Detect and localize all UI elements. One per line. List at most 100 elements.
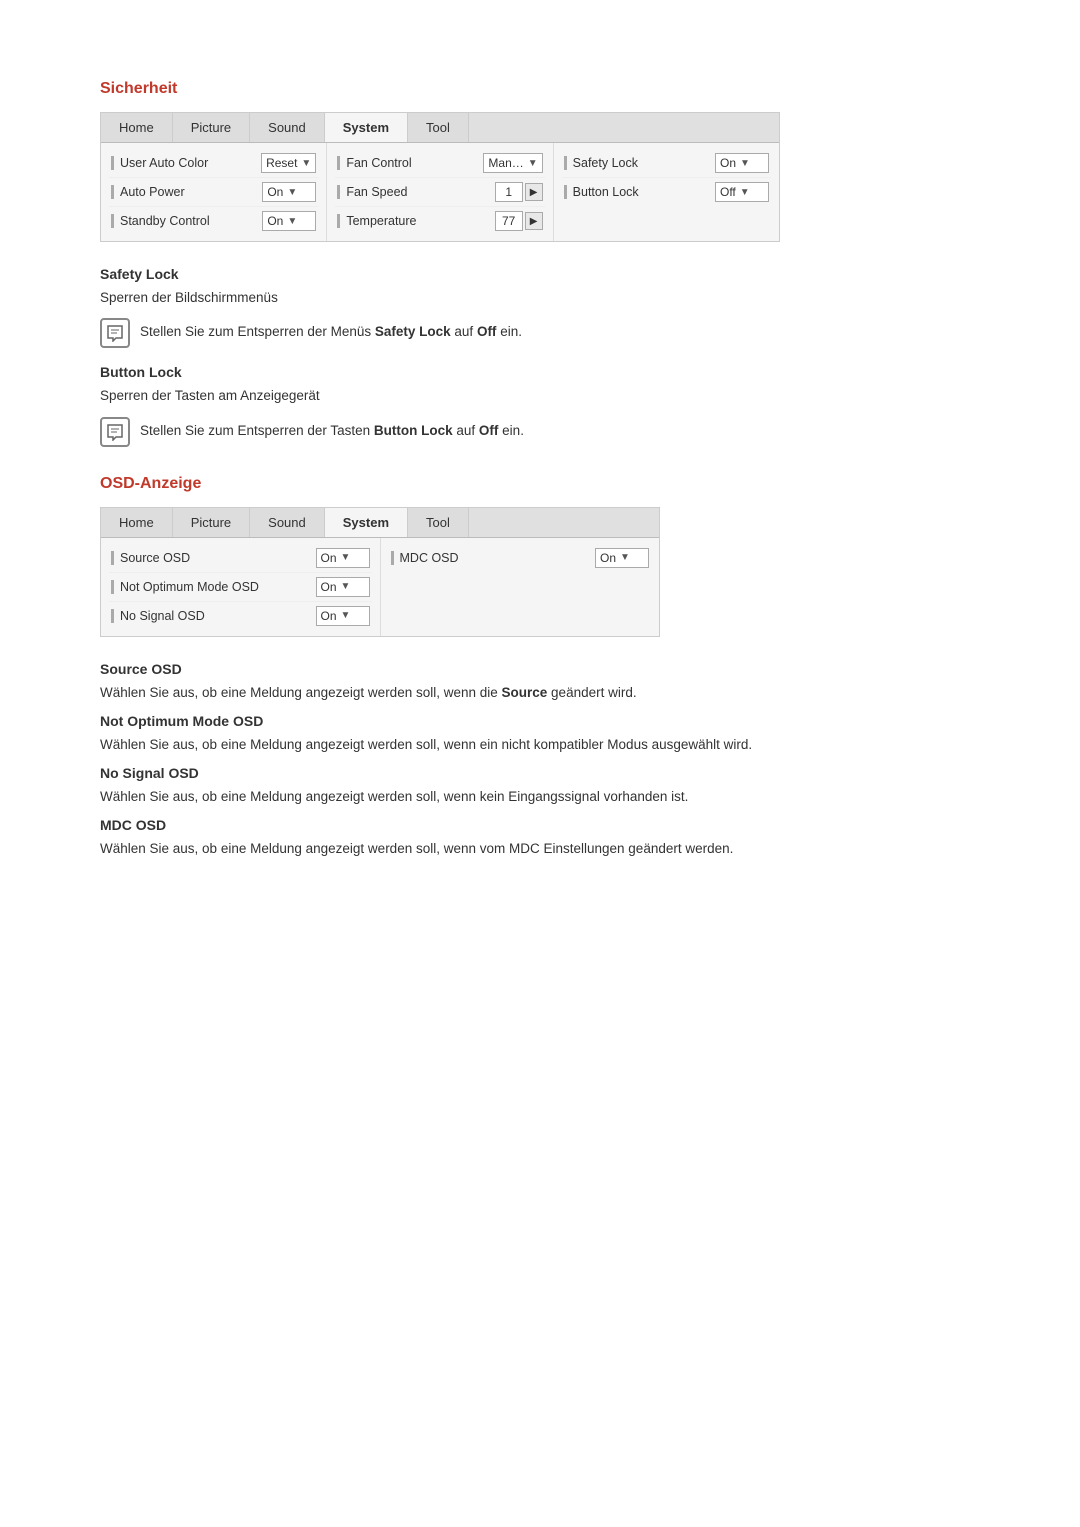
source-osd-control[interactable]: On ▼: [316, 548, 370, 568]
tab-home[interactable]: Home: [101, 113, 173, 142]
temperature-control[interactable]: 77 ▶: [495, 211, 543, 231]
button-lock-value: Off: [720, 185, 736, 199]
osd-anzeige-table: Home Picture Sound System Tool Source OS…: [100, 507, 660, 637]
bar-icon: [111, 214, 114, 228]
tab-system[interactable]: System: [325, 113, 408, 142]
sicherheit-tab-row: Home Picture Sound System Tool: [101, 113, 779, 143]
tab-sound[interactable]: Sound: [250, 113, 325, 142]
not-optimum-label: Not Optimum Mode OSD: [111, 580, 310, 594]
safety-lock-note-text: Stellen Sie zum Entsperren der Menüs Saf…: [140, 318, 522, 342]
bar-icon: [337, 156, 340, 170]
mdc-osd-control[interactable]: On ▼: [595, 548, 649, 568]
bar-icon: [111, 185, 114, 199]
user-auto-color-value: Reset: [266, 156, 297, 170]
chevron-down-icon: ▼: [287, 216, 297, 227]
auto-power-dropdown[interactable]: On ▼: [262, 182, 316, 202]
mdc-osd-value: On: [600, 551, 616, 565]
auto-power-label: Auto Power: [111, 185, 256, 199]
button-lock-dropdown[interactable]: Off ▼: [715, 182, 769, 202]
mdc-osd-label: MDC OSD: [391, 551, 590, 565]
temperature-row: Temperature 77 ▶: [335, 207, 544, 235]
user-auto-color-control[interactable]: Reset ▼: [261, 153, 316, 173]
chevron-down-icon: ▼: [341, 552, 351, 563]
source-osd-dropdown[interactable]: On ▼: [316, 548, 370, 568]
safety-lock-dropdown[interactable]: On ▼: [715, 153, 769, 173]
user-auto-color-dropdown[interactable]: Reset ▼: [261, 153, 316, 173]
fan-speed-row: Fan Speed 1 ▶: [335, 178, 544, 207]
fan-speed-right-arrow[interactable]: ▶: [525, 183, 543, 201]
osd-anzeige-section: OSD-Anzeige Home Picture Sound System To…: [100, 475, 980, 860]
note-icon: [100, 318, 130, 348]
sicherheit-col-1: User Auto Color Reset ▼ Auto Power: [101, 143, 327, 241]
standby-control-control[interactable]: On ▼: [262, 211, 316, 231]
bar-icon: [111, 580, 114, 594]
no-signal-dropdown[interactable]: On ▼: [316, 606, 370, 626]
fan-control-label: Fan Control: [337, 156, 477, 170]
button-lock-note: Stellen Sie zum Entsperren der Tasten Bu…: [100, 417, 980, 447]
osd-col-2: MDC OSD On ▼: [381, 538, 660, 636]
chevron-down-icon: ▼: [740, 158, 750, 169]
no-signal-control[interactable]: On ▼: [316, 606, 370, 626]
fan-control-row: Fan Control Man… ▼: [335, 149, 544, 178]
chevron-down-icon: ▼: [287, 187, 297, 198]
source-osd-subtitle: Source OSD: [100, 661, 980, 677]
osd-tab-row: Home Picture Sound System Tool: [101, 508, 659, 538]
fan-control-dropdown[interactable]: Man… ▼: [483, 153, 542, 173]
osd-tab-system[interactable]: System: [325, 508, 408, 537]
chevron-down-icon: ▼: [341, 581, 351, 592]
user-auto-color-row: User Auto Color Reset ▼: [109, 149, 318, 178]
not-optimum-value: On: [321, 580, 337, 594]
safety-lock-note: Stellen Sie zum Entsperren der Menüs Saf…: [100, 318, 980, 348]
source-osd-desc: Wählen Sie aus, ob eine Meldung angezeig…: [100, 683, 980, 703]
safety-lock-row: Safety Lock On ▼: [562, 149, 771, 178]
auto-power-value: On: [267, 185, 283, 199]
standby-control-label: Standby Control: [111, 214, 256, 228]
fan-speed-value: 1: [495, 182, 523, 202]
tab-tool[interactable]: Tool: [408, 113, 469, 142]
sicherheit-title: Sicherheit: [100, 80, 980, 98]
osd-tab-tool[interactable]: Tool: [408, 508, 469, 537]
chevron-down-icon: ▼: [301, 158, 311, 169]
source-osd-row: Source OSD On ▼: [109, 544, 372, 573]
bar-icon: [391, 551, 394, 565]
note-icon-2: [100, 417, 130, 447]
not-optimum-dropdown[interactable]: On ▼: [316, 577, 370, 597]
safety-lock-control[interactable]: On ▼: [715, 153, 769, 173]
osd-tab-picture[interactable]: Picture: [173, 508, 250, 537]
mdc-osd-subtitle: MDC OSD: [100, 817, 980, 833]
bar-icon: [564, 156, 567, 170]
not-optimum-subtitle: Not Optimum Mode OSD: [100, 713, 980, 729]
no-signal-row: No Signal OSD On ▼: [109, 602, 372, 630]
osd-anzeige-title: OSD-Anzeige: [100, 475, 980, 493]
chevron-down-icon: ▼: [740, 187, 750, 198]
mdc-osd-desc: Wählen Sie aus, ob eine Meldung angezeig…: [100, 839, 980, 859]
fan-control-value: Man…: [488, 156, 523, 170]
sicherheit-table: Home Picture Sound System Tool User Auto…: [100, 112, 780, 242]
sicherheit-col-3: Safety Lock On ▼ Button Lock: [554, 143, 779, 241]
fan-speed-control[interactable]: 1 ▶: [495, 182, 543, 202]
not-optimum-control[interactable]: On ▼: [316, 577, 370, 597]
source-osd-value: On: [321, 551, 337, 565]
button-lock-subtitle: Button Lock: [100, 364, 980, 380]
temperature-label: Temperature: [337, 214, 488, 228]
standby-control-dropdown[interactable]: On ▼: [262, 211, 316, 231]
fan-control-control[interactable]: Man… ▼: [483, 153, 542, 173]
button-lock-control[interactable]: Off ▼: [715, 182, 769, 202]
no-signal-subtitle: No Signal OSD: [100, 765, 980, 781]
safety-lock-subtitle: Safety Lock: [100, 266, 980, 282]
mdc-osd-dropdown[interactable]: On ▼: [595, 548, 649, 568]
chevron-down-icon: ▼: [620, 552, 630, 563]
safety-lock-label: Safety Lock: [564, 156, 709, 170]
tab-picture[interactable]: Picture: [173, 113, 250, 142]
bar-icon: [111, 551, 114, 565]
temperature-right-arrow[interactable]: ▶: [525, 212, 543, 230]
no-signal-value: On: [321, 609, 337, 623]
bar-icon: [337, 185, 340, 199]
mdc-osd-row: MDC OSD On ▼: [389, 544, 652, 572]
temperature-value: 77: [495, 211, 523, 231]
osd-tab-sound[interactable]: Sound: [250, 508, 325, 537]
osd-tab-home[interactable]: Home: [101, 508, 173, 537]
safety-lock-desc: Sperren der Bildschirmmenüs: [100, 288, 980, 308]
auto-power-row: Auto Power On ▼: [109, 178, 318, 207]
auto-power-control[interactable]: On ▼: [262, 182, 316, 202]
